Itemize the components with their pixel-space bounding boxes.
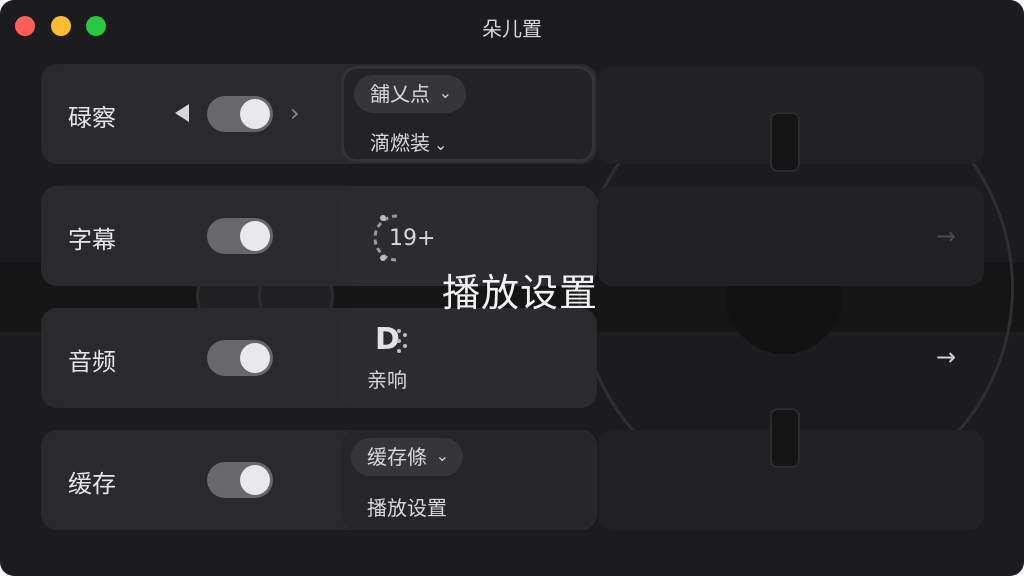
row-1-options-panel: 舗乂点 ⌄ 滴燃装 ⌄ <box>341 66 595 162</box>
row-4-toggle[interactable] <box>207 462 273 498</box>
row-1-toggle[interactable] <box>207 96 273 132</box>
background-slot <box>770 112 800 172</box>
playback-settings-link[interactable]: 播放设置 <box>367 492 447 521</box>
row-label: 缓存 <box>68 470 116 498</box>
toggle-knob <box>240 221 270 251</box>
next-chevron-icon[interactable]: › <box>290 99 300 127</box>
chevron-down-icon: ⌄ <box>438 83 452 102</box>
app-window: 朵儿置 碌察 › 舗乂点 ⌄ 滴燃装 ⌄ 字幕 19+ 音频 D 亲响 缓存 缓… <box>0 0 1024 576</box>
title-bar: 朵儿置 <box>0 0 1024 52</box>
dropdown-value: 滴燃装 <box>370 131 430 155</box>
overlay-title: 播放设置 <box>441 271 598 315</box>
audio-format-label: 亲响 <box>367 368 407 392</box>
toggle-knob <box>240 99 270 129</box>
chevron-down-icon: ⌄ <box>434 135 448 154</box>
cache-dropdown[interactable]: 缓存條 ⌄ <box>351 438 463 476</box>
row-3-toggle[interactable] <box>207 340 273 376</box>
sound-wave-icon <box>397 329 407 353</box>
row-1-secondary-dropdown[interactable]: 滴燃装 ⌄ <box>370 127 447 156</box>
window-title: 朵儿置 <box>482 17 542 41</box>
row-3-options-panel: D 亲响 <box>341 308 595 408</box>
previous-arrow-icon[interactable] <box>175 104 189 122</box>
dropdown-value: 舗乂点 <box>370 82 430 106</box>
row-4-options-panel: 缓存條 ⌄ 播放设置 <box>341 430 595 530</box>
row-label: 音频 <box>68 348 116 376</box>
dropdown-value: 缓存條 <box>367 445 427 469</box>
row-1-dropdown[interactable]: 舗乂点 ⌄ <box>354 75 466 113</box>
row-label: 字幕 <box>68 226 116 254</box>
background-slot <box>770 408 800 468</box>
toggle-knob <box>240 465 270 495</box>
age-rating: 19+ <box>389 226 436 251</box>
arrow-right-icon[interactable]: → <box>936 222 956 250</box>
chevron-down-icon: ⌄ <box>435 446 449 465</box>
row-label: 碌察 <box>68 104 116 132</box>
arrow-right-icon[interactable]: → <box>936 343 956 371</box>
row-2-toggle[interactable] <box>207 218 273 254</box>
toggle-knob <box>240 343 270 373</box>
